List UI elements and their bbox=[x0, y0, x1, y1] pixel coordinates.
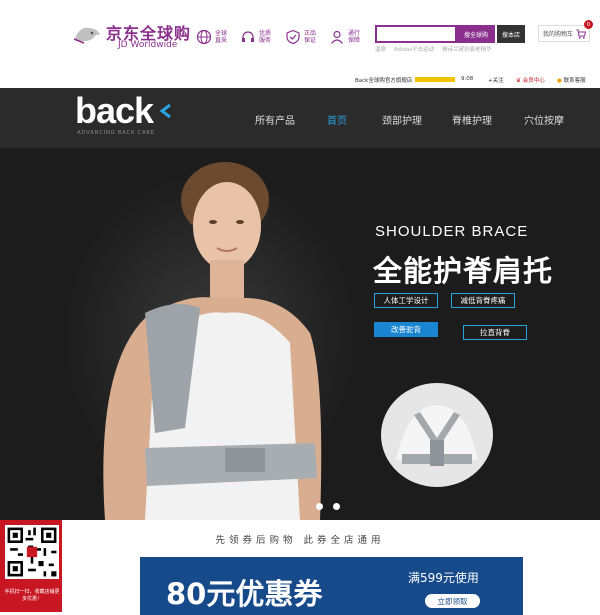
nav-acupoint-massage[interactable]: 穴位按摩 bbox=[524, 112, 564, 127]
search-global-button[interactable]: 搜全球购 bbox=[457, 25, 495, 43]
search-input[interactable] bbox=[375, 25, 457, 43]
shop-name[interactable]: Back全球购官方旗舰店 bbox=[355, 76, 412, 84]
service-label: 正品 保证 bbox=[304, 30, 317, 44]
feature-tag: 人体工学设计 bbox=[374, 293, 438, 308]
service-label: 全球 直采 bbox=[215, 30, 228, 44]
shop-score: 9.08 bbox=[461, 76, 474, 82]
cart-icon bbox=[576, 29, 587, 39]
banner-subtitle: SHOULDER BRACE bbox=[375, 223, 529, 240]
claim-coupon-button[interactable]: 立即领取 bbox=[425, 594, 480, 608]
follow-shop-button[interactable]: +关注 bbox=[488, 76, 504, 84]
member-center-label: 会员中心 bbox=[522, 78, 545, 84]
search-bar: 搜全球购 搜本店 bbox=[375, 25, 525, 43]
service-label: 通行 保障 bbox=[348, 30, 361, 44]
coupon-headline: 先领券后购物 此券全店通用 bbox=[215, 535, 385, 546]
cart-label: 我的购物车 bbox=[543, 31, 574, 38]
feature-tag: 改善驼背 bbox=[374, 322, 438, 337]
product-image bbox=[381, 383, 493, 487]
model-image bbox=[103, 162, 322, 520]
globe-icon bbox=[196, 29, 212, 45]
carousel-dot[interactable] bbox=[333, 503, 340, 510]
service-security[interactable]: 通行 保障 bbox=[329, 26, 366, 48]
headset-icon bbox=[242, 31, 254, 42]
hot-word-link[interactable]: 雅诗兰黛抗衰老精华 bbox=[442, 47, 492, 53]
customer-service-link[interactable]: ● 联系客服 bbox=[557, 76, 586, 84]
nav-home[interactable]: 首页 bbox=[327, 112, 347, 127]
nav-all-products[interactable]: 所有产品 bbox=[255, 112, 295, 127]
crown-icon: ♛ bbox=[516, 78, 521, 84]
feature-tag: 减低背脊疼痛 bbox=[451, 293, 515, 308]
feature-tag: 拉直背脊 bbox=[463, 325, 527, 340]
shop-info-bar: Back全球购官方旗舰店 9.08 +关注 ♛ 会员中心 ● 联系客服 bbox=[0, 72, 600, 87]
hero-banner[interactable]: SHOULDER BRACE 全能护脊肩托 人体工学设计 减低背脊疼痛 改善驼背… bbox=[0, 148, 600, 520]
shop-nav: back ADVANCING BACK CARE 所有产品 首页 颈部护理 脊椎… bbox=[0, 88, 600, 148]
shop-rating-bar bbox=[415, 77, 455, 82]
hot-word-link[interactable]: 温泉 bbox=[375, 47, 386, 53]
logo-en-text: JD Worldwide bbox=[118, 40, 178, 50]
service-global-direct[interactable]: 全球 直采 bbox=[196, 26, 233, 48]
nav-spine-care[interactable]: 脊椎护理 bbox=[452, 112, 492, 127]
jd-dog-icon bbox=[73, 27, 100, 44]
back-brand-logo[interactable]: back ADVANCING BACK CARE bbox=[75, 90, 195, 140]
site-header: 京东全球购 JD Worldwide 全球 直采 优质 服务 正品 保证 通行 … bbox=[0, 0, 600, 70]
service-label: 优质 服务 bbox=[259, 30, 272, 44]
hot-word-link[interactable]: Adidas平去运动 bbox=[394, 47, 434, 53]
coupon-condition: 满599元使用 bbox=[408, 571, 479, 585]
shield-icon bbox=[286, 29, 300, 45]
customer-service-label: 联系客服 bbox=[563, 78, 586, 84]
service-quality[interactable]: 优质 服务 bbox=[240, 26, 277, 48]
cart-count-badge: 0 bbox=[584, 20, 593, 29]
qr-caption: 手机扫一扫，收藏店铺更多优惠！ bbox=[4, 589, 60, 602]
search-shop-button[interactable]: 搜本店 bbox=[497, 25, 525, 43]
hot-search-words: 温泉 Adidas平去运动 雅诗兰黛抗衰老精华 bbox=[375, 45, 497, 53]
member-center-link[interactable]: ♛ 会员中心 bbox=[516, 76, 545, 84]
coupon-card[interactable]: 80元优惠券 满599元使用 立即领取 bbox=[140, 557, 523, 615]
coupon-amount: 80元优惠券 bbox=[166, 577, 323, 611]
brand-wordmark: back bbox=[75, 90, 154, 131]
user-icon bbox=[331, 30, 343, 44]
cart-button[interactable]: 我的购物车 bbox=[538, 25, 590, 42]
chat-icon: ● bbox=[557, 78, 562, 84]
banner-title: 全能护脊肩托 bbox=[373, 254, 554, 288]
service-genuine[interactable]: 正品 保证 bbox=[285, 26, 322, 48]
jd-worldwide-logo[interactable]: 京东全球购 JD Worldwide bbox=[72, 18, 202, 58]
nav-neck-care[interactable]: 颈部护理 bbox=[382, 112, 422, 127]
brand-arrow-icon bbox=[159, 103, 171, 119]
carousel-dot[interactable] bbox=[316, 503, 323, 510]
brand-tagline: ADVANCING BACK CARE bbox=[77, 130, 155, 136]
carousel-dots bbox=[316, 503, 340, 510]
